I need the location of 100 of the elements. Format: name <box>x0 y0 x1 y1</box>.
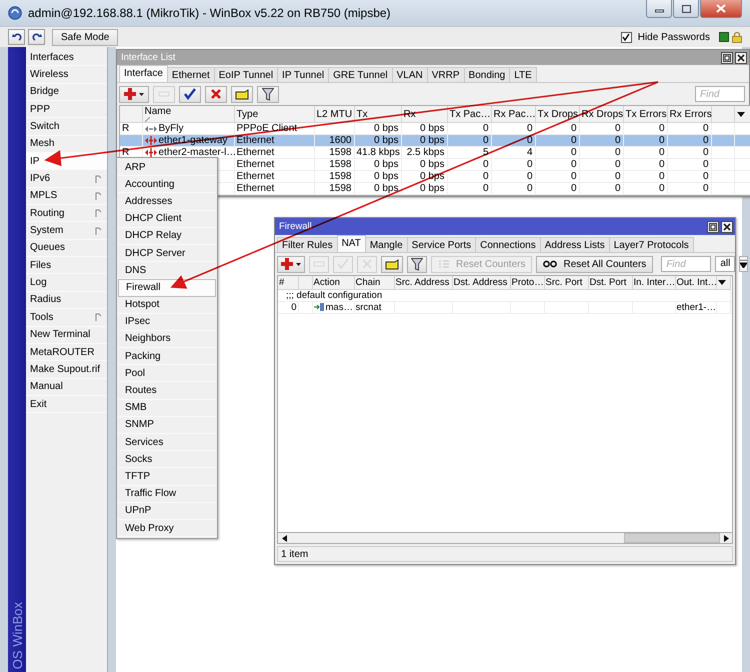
menu-item[interactable]: DHCP Client <box>118 210 216 228</box>
menu-item[interactable]: Hotspot <box>118 296 216 314</box>
menu-item[interactable]: Queues <box>26 240 107 258</box>
restore-button[interactable] <box>721 52 733 64</box>
tab[interactable]: Address Lists <box>540 237 610 252</box>
menu-item[interactable]: UPnP <box>118 502 216 520</box>
redo-button[interactable] <box>28 29 45 45</box>
menu-item[interactable]: Firewall <box>118 279 216 296</box>
menu-item[interactable]: Web Proxy <box>118 520 216 538</box>
menu-item[interactable]: MPLS <box>26 188 107 206</box>
menu-item[interactable]: Pool <box>118 365 216 382</box>
menu-item[interactable]: ARP <box>118 159 216 176</box>
tab[interactable]: IP Tunnel <box>277 67 330 82</box>
column-header[interactable]: L2 MTU <box>314 106 354 122</box>
tab[interactable]: Mangle <box>364 237 408 252</box>
menu-item[interactable]: New Terminal <box>26 326 107 344</box>
tab[interactable]: Layer7 Protocols <box>608 237 694 252</box>
menu-item[interactable]: Socks <box>118 451 216 468</box>
reset-all-counters-button[interactable]: Reset All Counters <box>536 256 654 272</box>
tab[interactable]: Service Ports <box>406 237 476 252</box>
column-header[interactable]: Tx Drops <box>535 106 579 122</box>
menu-item[interactable]: PPP <box>26 101 107 118</box>
tab[interactable]: GRE Tunnel <box>328 67 393 82</box>
tab[interactable]: Connections <box>475 237 541 252</box>
add-button[interactable] <box>277 256 305 272</box>
find-field[interactable]: Find <box>695 86 745 102</box>
tab[interactable]: VRRP <box>426 67 465 82</box>
enable-button[interactable] <box>179 86 201 102</box>
tab[interactable]: NAT <box>336 235 366 252</box>
dropdown-button[interactable] <box>739 256 748 272</box>
tab[interactable]: Interface <box>119 65 168 82</box>
column-header[interactable]: Type <box>234 106 314 122</box>
menu-item[interactable]: Files <box>26 257 107 274</box>
column-header[interactable]: Name <box>142 106 234 122</box>
tab[interactable]: LTE <box>509 67 537 82</box>
tab[interactable]: EoIP Tunnel <box>214 67 278 82</box>
menu-item[interactable]: Routing <box>26 205 107 222</box>
menu-item[interactable]: Addresses <box>118 193 216 211</box>
column-header[interactable]: # <box>278 276 298 289</box>
column-header[interactable]: Src. Address <box>394 276 452 289</box>
menu-item[interactable]: Traffic Flow <box>118 486 216 503</box>
find-field[interactable]: Find <box>661 256 712 272</box>
menu-item[interactable]: Bridge <box>26 84 107 102</box>
column-header[interactable]: Rx Pac… <box>491 106 535 122</box>
close-button[interactable] <box>735 52 747 64</box>
menu-item[interactable]: IPsec <box>118 314 216 331</box>
menu-item[interactable]: IPv6 <box>26 170 107 188</box>
comment-button[interactable] <box>231 86 253 102</box>
column-header[interactable]: Src. Port <box>544 276 588 289</box>
add-button[interactable] <box>119 86 149 102</box>
tab[interactable]: VLAN <box>392 67 428 82</box>
menu-item[interactable]: Wireless <box>26 66 107 84</box>
column-header[interactable]: Chain <box>354 276 394 289</box>
menu-item[interactable]: DHCP Relay <box>118 228 216 245</box>
column-header[interactable]: Tx Errors <box>623 106 667 122</box>
menu-item[interactable]: Neighbors <box>118 330 216 348</box>
chain-dropdown[interactable]: all <box>715 256 736 272</box>
restore-button[interactable] <box>707 220 719 232</box>
menu-item[interactable]: TFTP <box>118 468 216 486</box>
undo-button[interactable] <box>8 29 25 45</box>
menu-item[interactable]: SNMP <box>118 416 216 434</box>
disable-button[interactable] <box>205 86 227 102</box>
menu-item[interactable]: Services <box>118 434 216 452</box>
menu-item[interactable]: SMB <box>118 400 216 417</box>
menu-item[interactable]: Packing <box>118 348 216 366</box>
menu-item[interactable]: DHCP Server <box>118 244 216 262</box>
column-header[interactable]: Action <box>312 276 354 289</box>
menu-item[interactable]: MetaROUTER <box>26 344 107 362</box>
menu-item[interactable]: Manual <box>26 378 107 396</box>
column-header[interactable]: Dst. Port <box>588 276 632 289</box>
menu-item[interactable]: System <box>26 222 107 240</box>
menu-item[interactable]: Radius <box>26 292 107 310</box>
column-header[interactable]: Rx Errors <box>667 106 711 122</box>
menu-item[interactable]: Switch <box>26 118 107 136</box>
checkbox[interactable] <box>620 32 632 42</box>
safe-mode-button[interactable]: Safe Mode <box>52 28 118 46</box>
column-header[interactable]: Rx Drops <box>579 106 623 122</box>
menu-item[interactable]: Exit <box>26 396 107 414</box>
menu-item[interactable]: Accounting <box>118 176 216 194</box>
close-button[interactable] <box>721 220 733 232</box>
column-header[interactable]: Dst. Address <box>452 276 510 289</box>
column-header[interactable]: Out. Int… <box>675 276 716 289</box>
tab[interactable]: Ethernet <box>166 67 215 82</box>
filter-button[interactable] <box>407 256 427 272</box>
menu-item[interactable]: Tools <box>26 309 107 326</box>
menu-item[interactable]: Make Supout.rif <box>26 361 107 379</box>
column-header[interactable]: Proto… <box>510 276 544 289</box>
tab[interactable]: Bonding <box>464 67 510 82</box>
table-cell: 0 <box>667 134 711 146</box>
column-header[interactable]: In. Inter… <box>632 276 675 289</box>
maximize-button[interactable] <box>673 0 699 18</box>
menu-item[interactable]: Interfaces <box>26 49 107 66</box>
column-header[interactable]: Tx Pac… <box>447 106 491 122</box>
scrollbar-thumb[interactable] <box>624 533 720 543</box>
comment-button[interactable] <box>381 256 403 272</box>
menu-item[interactable]: Log <box>26 274 107 292</box>
minimize-button[interactable] <box>646 0 672 18</box>
tab[interactable]: Filter Rules <box>277 237 338 252</box>
menu-item[interactable]: Routes <box>118 382 216 400</box>
filter-button[interactable] <box>257 86 279 102</box>
